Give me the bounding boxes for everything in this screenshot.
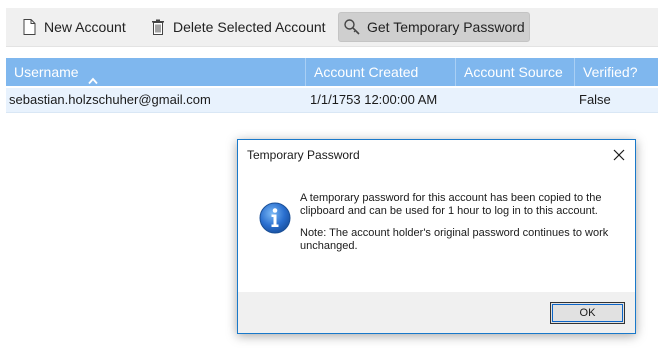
- dialog-message-main: A temporary password for this account ha…: [300, 192, 602, 217]
- delete-account-button[interactable]: Delete Selected Account: [149, 12, 326, 42]
- column-header-account-source-label: Account Source: [464, 64, 563, 80]
- trash-icon: [149, 18, 167, 36]
- new-account-button[interactable]: New Account: [20, 12, 126, 42]
- get-temp-password-button[interactable]: Get Temporary Password: [338, 12, 530, 42]
- dialog-title: Temporary Password: [247, 148, 360, 162]
- column-header-verified[interactable]: Verified?: [575, 58, 658, 86]
- column-header-account-created-label: Account Created: [314, 64, 419, 80]
- key-search-icon: [343, 18, 361, 36]
- document-icon: [20, 18, 38, 36]
- new-account-label: New Account: [44, 19, 126, 35]
- dialog-message-note: Note: The account holder's original pass…: [300, 227, 609, 252]
- ok-button[interactable]: OK: [550, 302, 625, 324]
- column-header-verified-label: Verified?: [583, 64, 638, 80]
- cell-verified: False: [579, 92, 611, 107]
- temporary-password-dialog: Temporary Password A temporary password …: [237, 139, 636, 334]
- toolbar: New Account Delete Selected Account Get …: [6, 8, 658, 47]
- column-header-username-label: Username: [14, 64, 79, 80]
- dialog-title-bar[interactable]: Temporary Password: [238, 140, 635, 170]
- dialog-footer: OK: [238, 292, 635, 333]
- table-row[interactable]: sebastian.holzschuher@gmail.com 1/1/1753…: [6, 88, 658, 113]
- column-header-account-source[interactable]: Account Source: [456, 58, 575, 86]
- dialog-message: A temporary password for this account ha…: [300, 192, 620, 262]
- cell-account-created: 1/1/1753 12:00:00 AM: [310, 92, 438, 107]
- info-icon: [259, 202, 291, 234]
- grid-header: Username Account Created Account Source …: [6, 58, 658, 86]
- dialog-body: A temporary password for this account ha…: [238, 170, 635, 293]
- delete-account-label: Delete Selected Account: [173, 19, 326, 35]
- column-header-username[interactable]: Username: [6, 58, 306, 86]
- sort-ascending-icon: [88, 67, 98, 85]
- get-temp-password-label: Get Temporary Password: [367, 19, 525, 35]
- column-header-account-created[interactable]: Account Created: [306, 58, 456, 86]
- close-icon[interactable]: [609, 145, 629, 165]
- cell-username: sebastian.holzschuher@gmail.com: [9, 92, 211, 107]
